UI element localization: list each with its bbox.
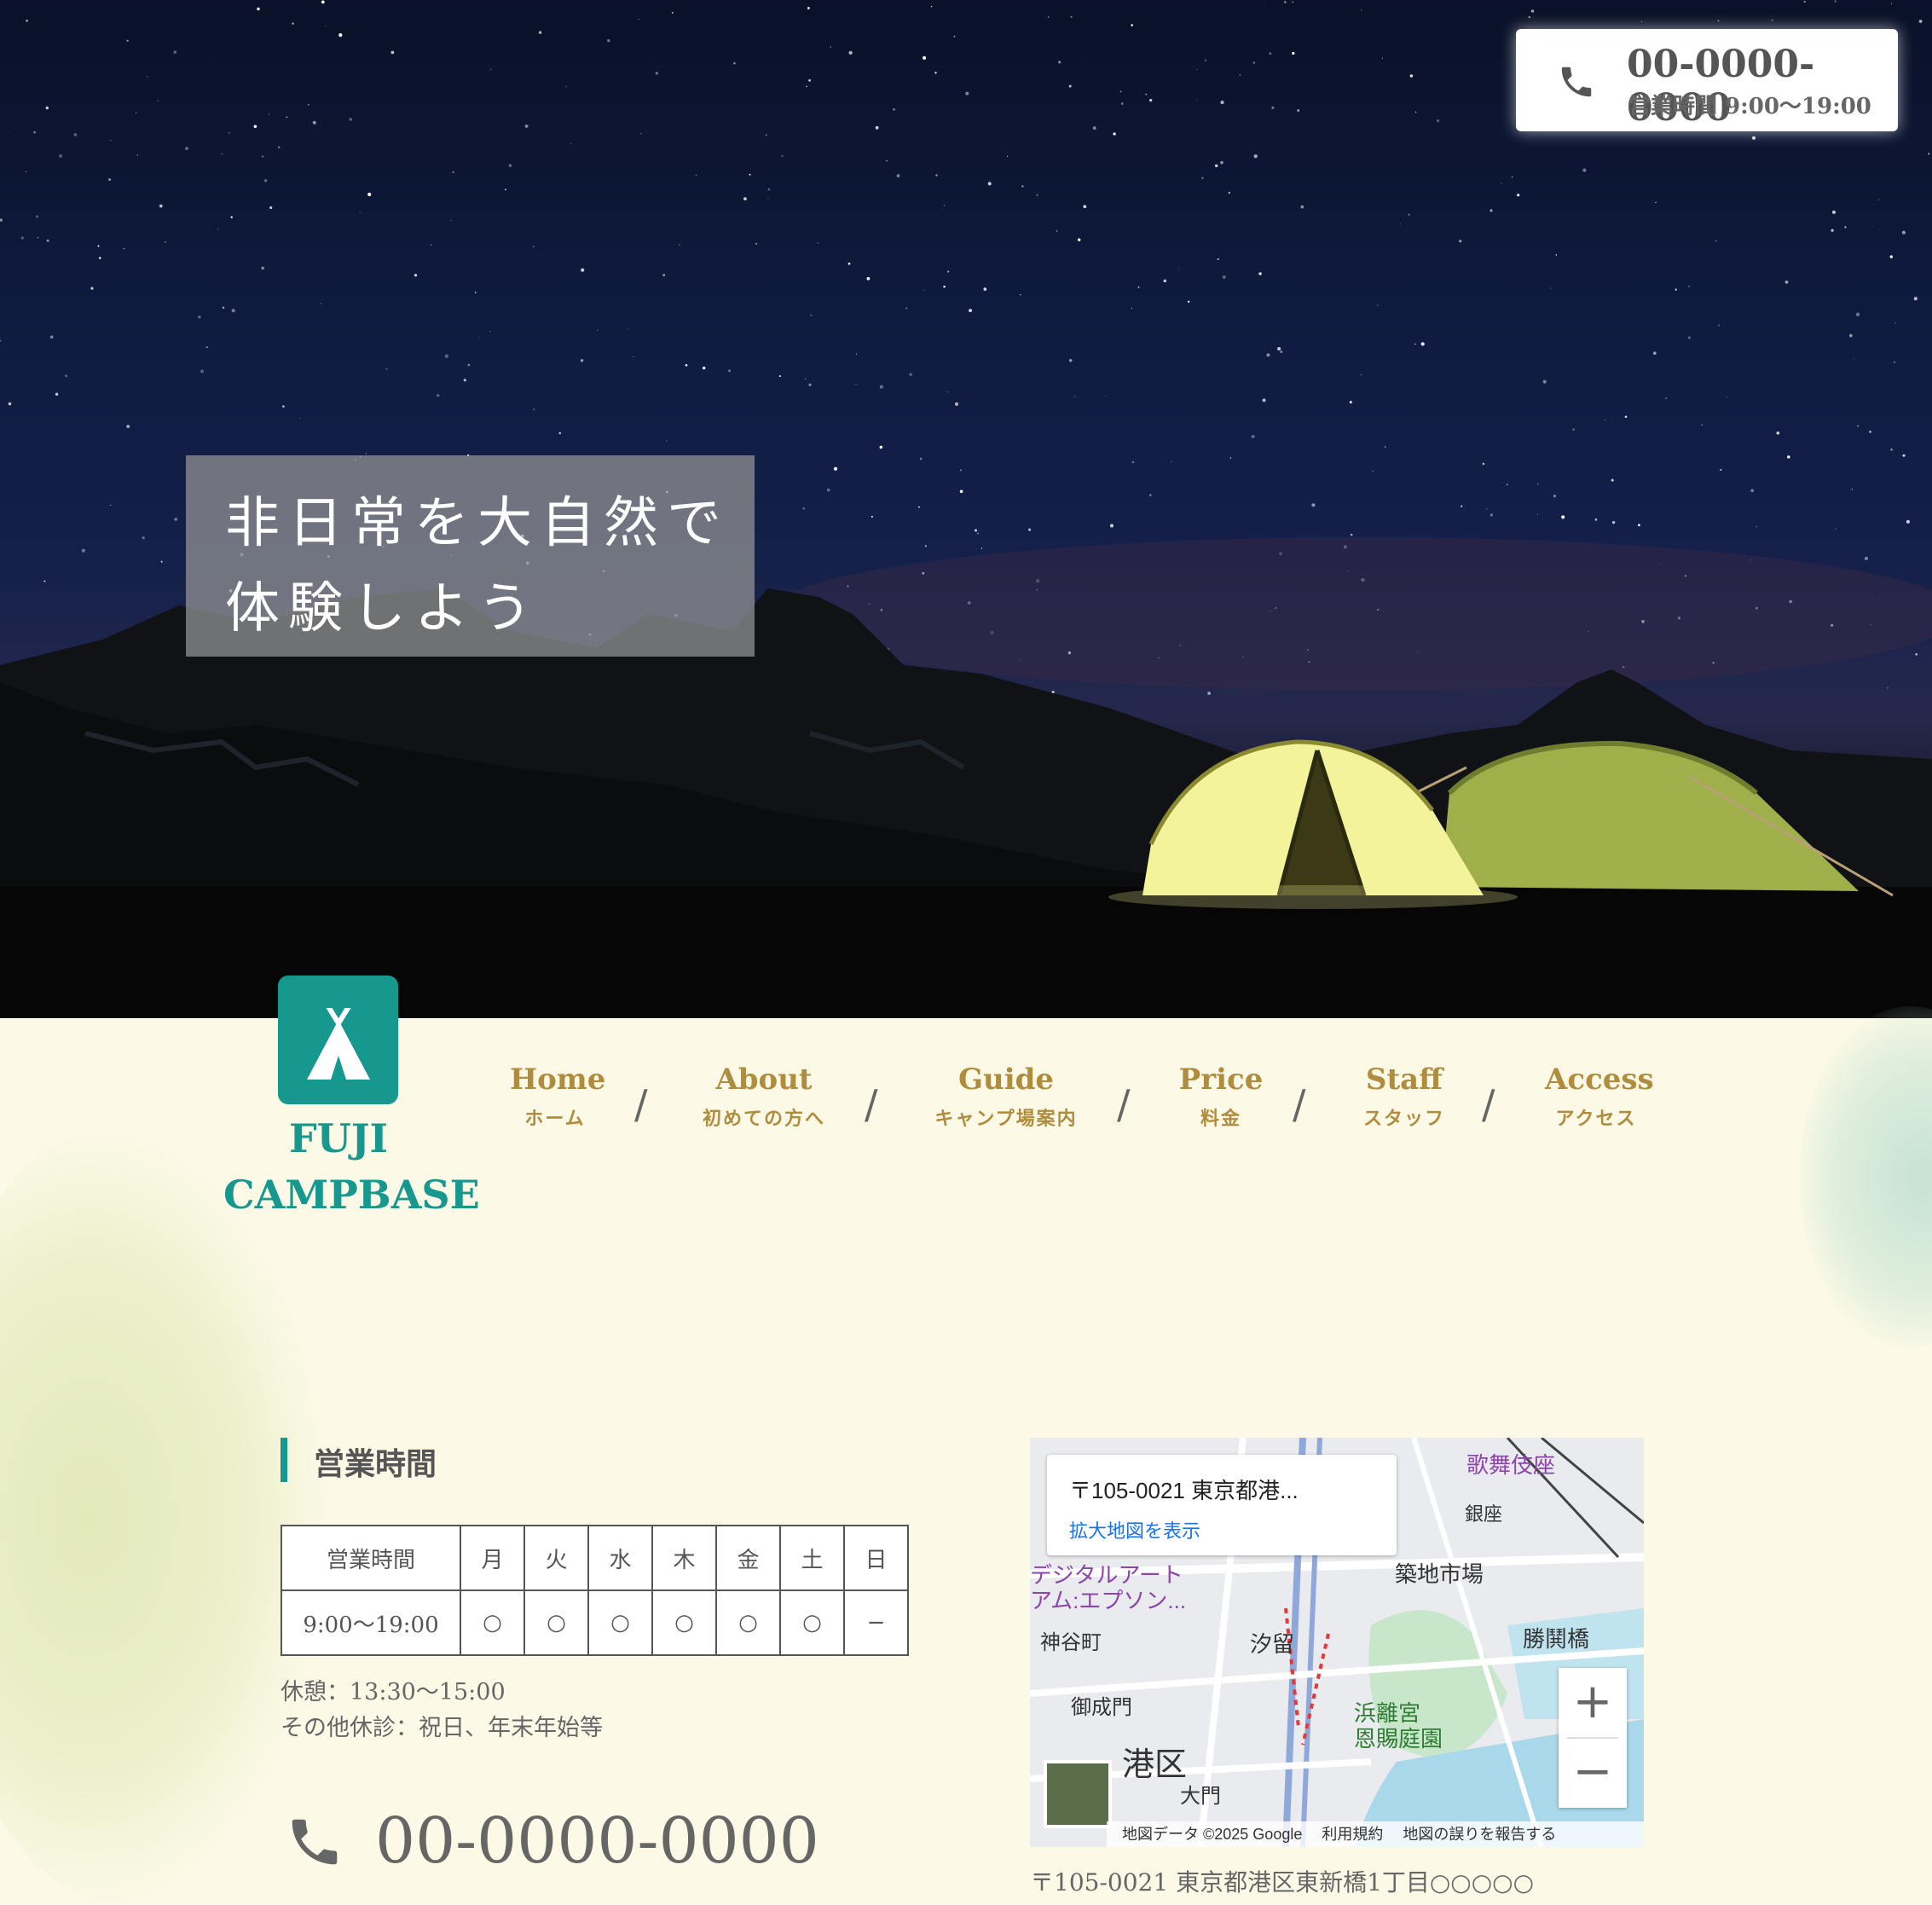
- map-zoom-controls: + −: [1559, 1668, 1627, 1808]
- table-cell: 9:00〜19:00: [281, 1589, 461, 1656]
- map-report-link[interactable]: 地図の誤りを報告する: [1403, 1826, 1556, 1843]
- map-card-title: 〒105-0021 東京都港...: [1069, 1478, 1299, 1503]
- watercolor-decoration-right: [1799, 1006, 1932, 1347]
- logo-line-1: FUJI: [288, 1115, 389, 1161]
- logo-text[interactable]: FUJI CAMPBASE: [223, 1110, 480, 1223]
- map-label-onarimon: 御成門: [1071, 1696, 1132, 1719]
- map-terms-link[interactable]: 利用規約: [1322, 1826, 1383, 1843]
- nav-separator: /: [1117, 1081, 1131, 1127]
- nav-guide-ja: キャンプ場案内: [934, 1108, 1078, 1130]
- contact-phone-number[interactable]: 00-0000-0000: [375, 1804, 819, 1878]
- catch-line-2: 体験しよう: [225, 577, 541, 640]
- map-info-card: 〒105-0021 東京都港... 拡大地図を表示: [1047, 1455, 1397, 1555]
- nav-staff-en: Staff: [1365, 1063, 1443, 1097]
- hero-section: 00-0000-0000 営業時間 9:00〜19:00 非日常を大自然で 体験…: [0, 0, 1932, 1018]
- map-label-ginza: 銀座: [1465, 1503, 1503, 1525]
- nav-item-price[interactable]: Price 料金: [1178, 1063, 1264, 1131]
- nav-separator: /: [634, 1081, 648, 1127]
- tent-icon: [307, 1008, 370, 1080]
- break-time-note: 休憩：13:30〜15:00: [281, 1679, 506, 1705]
- nav-separator: /: [1293, 1081, 1306, 1127]
- nav-about-ja: 初めての方へ: [702, 1108, 825, 1130]
- nav-separator: /: [865, 1081, 878, 1127]
- catch-line-1: 非日常を大自然で: [225, 492, 730, 555]
- nav-item-home[interactable]: Home ホーム: [510, 1063, 606, 1131]
- table-cell: ○: [651, 1589, 717, 1656]
- section-title-accent: [281, 1438, 287, 1482]
- nav-price-en: Price: [1178, 1063, 1264, 1097]
- logo-mark[interactable]: [278, 976, 398, 1104]
- table-cell: ○: [779, 1589, 845, 1656]
- table-header-cell: 土: [779, 1525, 845, 1591]
- table-header-cell: 水: [587, 1525, 653, 1591]
- hours-section-title: 営業時間: [314, 1446, 437, 1482]
- nav-access-ja: アクセス: [1555, 1108, 1637, 1130]
- nav-about-en: About: [715, 1063, 813, 1097]
- phone-icon: [292, 1819, 338, 1865]
- map-label-kachidoki: 勝鬨橋: [1523, 1626, 1590, 1652]
- table-header-row: 営業時間 月 火 水 木 金 土 日: [281, 1525, 909, 1591]
- table-header-cell: 金: [715, 1525, 781, 1591]
- table-cell: ○: [715, 1589, 781, 1656]
- map-label-digital-art: デジタルアート アム:エプソン...: [1030, 1562, 1187, 1613]
- google-map[interactable]: 歌舞伎座 銀座 築地市場 汐留 神谷町 御成門 港区 大門 浜離宮 恩賜庭園 勝…: [1030, 1438, 1644, 1847]
- nav-item-guide[interactable]: Guide キャンプ場案内: [929, 1063, 1083, 1131]
- map-label-tsukiji: 築地市場: [1395, 1561, 1484, 1587]
- nav-staff-ja: スタッフ: [1362, 1108, 1445, 1130]
- header-phone-box[interactable]: 00-0000-0000 営業時間 9:00〜19:00: [1516, 29, 1898, 131]
- business-hours-table: 営業時間 月 火 水 木 金 土 日 9:00〜19:00 ○ ○ ○ ○ ○ …: [281, 1525, 909, 1656]
- nav-separator: /: [1482, 1081, 1495, 1127]
- nav-item-staff[interactable]: Staff スタッフ: [1357, 1063, 1451, 1131]
- nav-guide-en: Guide: [957, 1063, 1055, 1097]
- table-cell: ○: [460, 1589, 525, 1656]
- map-data-credit: 地図データ ©2025 Google: [1122, 1826, 1303, 1843]
- table-header-cell: 日: [843, 1525, 909, 1591]
- nav-home-ja: ホーム: [524, 1108, 586, 1130]
- table-header-cell: 火: [523, 1525, 589, 1591]
- map-enlarge-link[interactable]: 拡大地図を表示: [1069, 1516, 1200, 1543]
- nav-home-en: Home: [510, 1063, 606, 1097]
- map-label-shiodome: 汐留: [1250, 1631, 1295, 1657]
- nav-item-access[interactable]: Access アクセス: [1545, 1063, 1654, 1131]
- table-row: 9:00〜19:00 ○ ○ ○ ○ ○ ○ −: [281, 1589, 909, 1656]
- table-header-cell: 営業時間: [281, 1525, 461, 1591]
- nav-price-ja: 料金: [1200, 1108, 1241, 1130]
- map-attribution: 地図データ ©2025 Google 利用規約 地図の誤りを報告する: [1107, 1821, 1644, 1847]
- zoom-out-button[interactable]: −: [1559, 1738, 1627, 1808]
- map-label-kamiyacho: 神谷町: [1040, 1631, 1102, 1654]
- hero-catchphrase: 非日常を大自然で 体験しよう: [186, 455, 755, 657]
- logo-line-2: CAMPBASE: [223, 1172, 480, 1218]
- nav-access-en: Access: [1545, 1063, 1654, 1097]
- map-label-minato: 港区: [1122, 1747, 1188, 1783]
- phone-icon: [1561, 67, 1592, 97]
- header-phone-hours: 営業時間 9:00〜19:00: [1628, 94, 1871, 119]
- table-cell: ○: [523, 1589, 589, 1656]
- zoom-in-button[interactable]: +: [1559, 1668, 1627, 1738]
- table-header-cell: 月: [460, 1525, 525, 1591]
- holiday-note: その他休診：祝日、年末年始等: [281, 1715, 603, 1741]
- map-label: 歌舞伎座: [1466, 1452, 1556, 1478]
- table-header-cell: 木: [651, 1525, 717, 1591]
- map-label-daimon: 大門: [1180, 1785, 1221, 1808]
- watercolor-decoration-left: [0, 1134, 324, 1902]
- map-label-hamarikyu: 浜離宮 恩賜庭園: [1354, 1700, 1443, 1752]
- table-cell: −: [843, 1589, 909, 1656]
- address-text: 〒105-0021 東京都港区東新橋1丁目○○○○○: [1030, 1868, 1535, 1896]
- nav-item-about[interactable]: About 初めての方へ: [697, 1063, 830, 1131]
- table-cell: ○: [587, 1589, 653, 1656]
